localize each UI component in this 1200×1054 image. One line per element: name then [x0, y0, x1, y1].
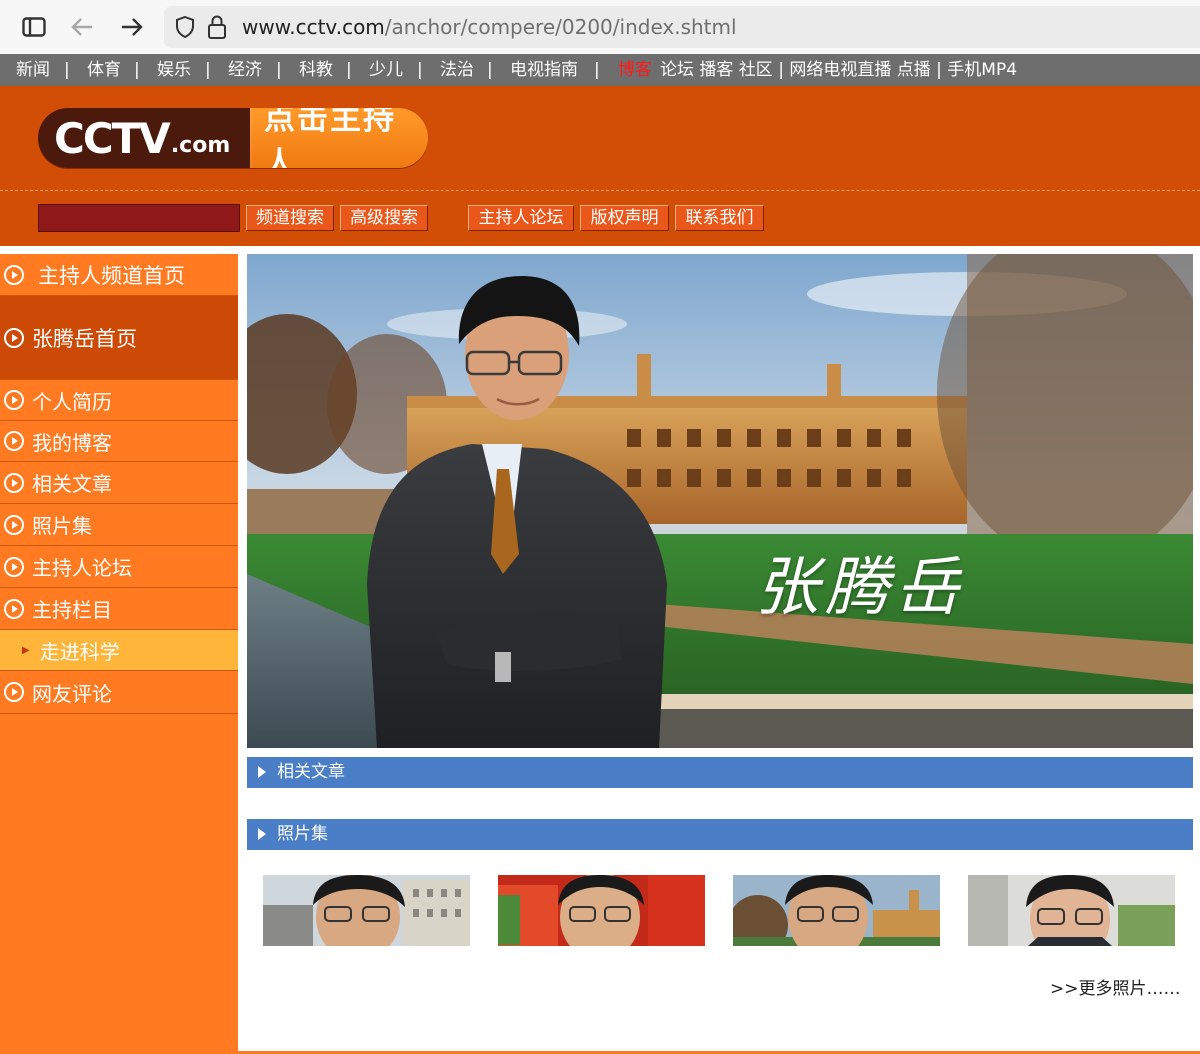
circle-arrow-icon [4, 682, 24, 702]
photo-thumbnail[interactable] [263, 875, 470, 946]
triangle-right-icon [258, 766, 266, 778]
sidebar-item-host-forum[interactable]: 主持人论坛 [0, 546, 238, 588]
copyright-link[interactable]: 版权声明 [580, 205, 669, 231]
search-input[interactable] [38, 204, 240, 232]
sidebar-item-label: 主持栏目 [32, 598, 112, 622]
nav-separator: | [346, 60, 352, 80]
sidebar-item-label: 个人简历 [32, 389, 112, 414]
sidebar-item-label: 张腾岳首页 [32, 326, 137, 351]
site-header: CCTV .com 点击主持人 频道搜索 高级搜索 主持人论坛 版权声明 联系我… [0, 86, 1200, 246]
back-arrow-icon[interactable] [68, 13, 96, 41]
sidebar-item-comments[interactable]: 网友评论 [0, 671, 238, 714]
host-name-signature: 张腾岳 [755, 551, 965, 625]
lock-icon[interactable] [206, 14, 228, 44]
url-path: /anchor/compere/0200/index.shtml [384, 15, 737, 39]
contact-link[interactable]: 联系我们 [675, 205, 764, 231]
circle-arrow-icon [4, 472, 24, 493]
logo-wordmark: CCTV [54, 113, 171, 163]
sidebar-item-label: 相关文章 [32, 472, 112, 496]
circle-arrow-icon [4, 556, 24, 577]
sidebar-item-label: 主持人频道首页 [38, 263, 185, 288]
sidebar-item-label: 我的博客 [32, 430, 112, 455]
nav-separator: | [487, 60, 493, 80]
logo-suffix: .com [170, 132, 231, 158]
nav-separator: | [417, 60, 423, 80]
sidebar-toggle-icon[interactable] [20, 13, 48, 41]
forward-arrow-icon[interactable] [118, 13, 146, 41]
sidebar-item-programs[interactable]: 主持栏目 [0, 588, 238, 630]
cctv-logo[interactable]: CCTV .com 点击主持人 [38, 108, 428, 168]
shield-icon [174, 15, 196, 43]
sidebar-item-blog[interactable]: 我的博客 [0, 421, 238, 462]
related-articles-header[interactable]: 相关文章 [247, 757, 1193, 788]
browser-toolbar: www.cctv.com/anchor/compere/0200/index.s… [0, 0, 1200, 54]
photo-gallery-header[interactable]: 照片集 [247, 819, 1193, 850]
nav-blog[interactable]: 博客 [618, 54, 652, 86]
nav-tv-guide[interactable]: 电视指南 [510, 54, 578, 86]
circle-arrow-icon [4, 390, 24, 410]
sidebar-item-host-channel-home[interactable]: 主持人频道首页 [0, 254, 238, 296]
circle-arrow-icon [4, 327, 24, 348]
circle-arrow-icon [4, 264, 24, 285]
url-domain: www.cctv.com [242, 15, 385, 39]
channel-search-button[interactable]: 频道搜索 [246, 205, 334, 231]
circle-arrow-icon [4, 598, 24, 619]
nav-economy[interactable]: 经济 [228, 54, 262, 86]
triangle-bullet-icon: ▶ [22, 644, 30, 656]
host-banner-image: 张腾岳 [247, 254, 1193, 748]
nav-separator: | [594, 60, 600, 80]
logo-subtitle: 点击主持人 [264, 108, 396, 168]
photo-thumbnail[interactable] [968, 875, 1175, 946]
url-text[interactable]: www.cctv.com/anchor/compere/0200/index.s… [242, 6, 737, 48]
nav-separator: | [276, 60, 282, 80]
nav-news[interactable]: 新闻 [16, 54, 50, 86]
nav-community-links[interactable]: 论坛 播客 社区 | 网络电视直播 点播 | 手机MP4 [660, 54, 1017, 86]
circle-arrow-icon [4, 514, 24, 535]
triangle-right-icon [258, 828, 266, 840]
advanced-search-button[interactable]: 高级搜索 [340, 205, 428, 231]
header-divider [0, 190, 1200, 191]
section-title: 相关文章 [277, 762, 345, 782]
sidebar-item-label: 走进科学 [39, 639, 120, 664]
nav-separator: | [205, 60, 211, 80]
sidebar-item-label: 网友评论 [32, 681, 112, 706]
nav-science-education[interactable]: 科教 [299, 54, 333, 86]
sidebar-item-resume[interactable]: 个人简历 [0, 380, 238, 421]
nav-entertainment[interactable]: 娱乐 [157, 54, 191, 86]
photo-thumbnail[interactable] [733, 875, 940, 946]
photo-thumbnail[interactable] [498, 875, 705, 946]
sidebar-item-label: 主持人论坛 [32, 556, 132, 580]
nav-separator: | [134, 60, 140, 80]
sidebar-item-articles[interactable]: 相关文章 [0, 462, 238, 504]
sidebar-item-host-home[interactable]: 张腾岳首页 [0, 296, 238, 380]
circle-arrow-icon [4, 431, 24, 451]
nav-sports[interactable]: 体育 [87, 54, 121, 86]
sidebar-item-photos[interactable]: 照片集 [0, 504, 238, 546]
top-navigation: 新闻 | 体育 | 娱乐 | 经济 | 科教 | 少儿 | 法治 | 电视指南 … [0, 54, 1200, 86]
address-bar[interactable]: www.cctv.com/anchor/compere/0200/index.s… [164, 6, 1200, 48]
host-forum-link[interactable]: 主持人论坛 [468, 205, 574, 231]
nav-children[interactable]: 少儿 [369, 54, 403, 86]
sidebar-subitem-approaching-science[interactable]: ▶ 走进科学 [0, 630, 238, 671]
nav-law[interactable]: 法治 [440, 54, 474, 86]
sidebar-item-label: 照片集 [32, 514, 92, 538]
more-photos-link[interactable]: >>更多照片…… [1050, 974, 1181, 999]
section-title: 照片集 [277, 824, 328, 844]
nav-separator: | [64, 60, 70, 80]
